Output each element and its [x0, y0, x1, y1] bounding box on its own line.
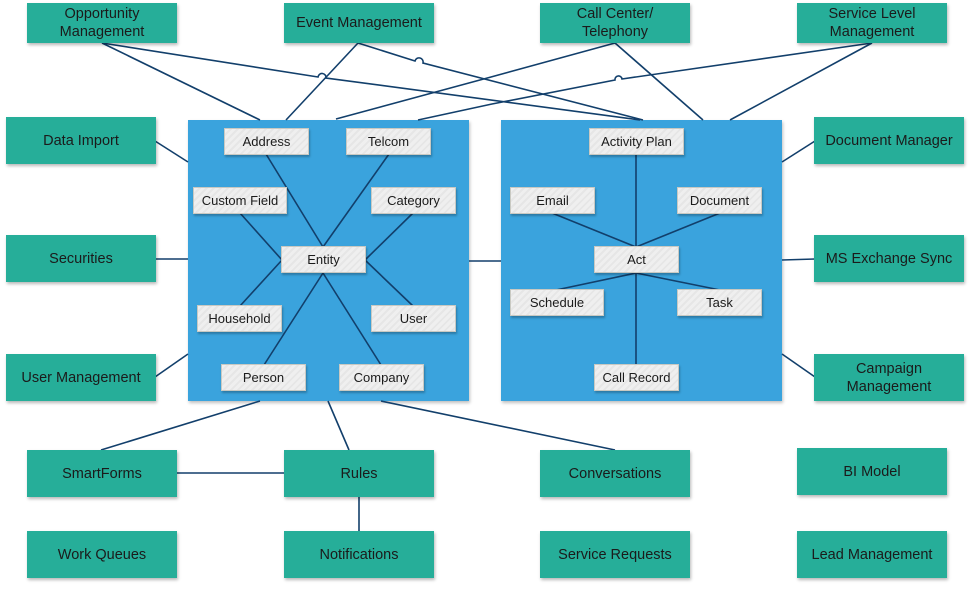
connector-lines — [100, 42, 873, 531]
group-inner-lines — [239, 153, 721, 366]
entity-household[interactable]: Household — [197, 305, 282, 332]
connector-entity-smartforms — [100, 400, 261, 451]
module-bi-model[interactable]: BI Model — [797, 448, 947, 495]
module-service-level-management[interactable]: Service Level Management — [797, 3, 947, 43]
module-ms-exchange-sync[interactable]: MS Exchange Sync — [814, 235, 964, 282]
module-service-requests[interactable]: Service Requests — [540, 531, 690, 578]
module-document-manager[interactable]: Document Manager — [814, 117, 964, 164]
connector-entity-rules — [327, 400, 350, 451]
entity-center[interactable]: Entity — [281, 246, 366, 273]
module-event-management[interactable]: Event Management — [284, 3, 434, 43]
module-smartforms[interactable]: SmartForms — [27, 450, 177, 497]
activity-task[interactable]: Task — [677, 289, 762, 316]
connector-servicelevel-telcom — [417, 42, 873, 121]
module-user-management[interactable]: User Management — [6, 354, 156, 401]
module-data-import[interactable]: Data Import — [6, 117, 156, 164]
module-campaign-management[interactable]: Campaign Management — [814, 354, 964, 401]
module-lead-management[interactable]: Lead Management — [797, 531, 947, 578]
activity-plan[interactable]: Activity Plan — [589, 128, 684, 155]
module-rules[interactable]: Rules — [284, 450, 434, 497]
connector-usermanagement — [154, 353, 189, 378]
connector-campaign — [781, 353, 816, 378]
entity-custom-field[interactable]: Custom Field — [193, 187, 287, 214]
activity-schedule[interactable]: Schedule — [510, 289, 604, 316]
connector-callcenter-activity — [614, 42, 704, 121]
connector-callcenter-telcom — [335, 42, 616, 120]
module-work-queues[interactable]: Work Queues — [27, 531, 177, 578]
module-securities[interactable]: Securities — [6, 235, 156, 282]
activity-call-record[interactable]: Call Record — [594, 364, 679, 391]
entity-company[interactable]: Company — [339, 364, 424, 391]
activity-act-center[interactable]: Act — [594, 246, 679, 273]
connector-opportunity-address — [101, 42, 261, 121]
module-call-center-telephony[interactable]: Call Center/ Telephony — [540, 3, 690, 43]
connector-event-address — [285, 42, 359, 121]
entity-category[interactable]: Category — [371, 187, 456, 214]
module-notifications[interactable]: Notifications — [284, 531, 434, 578]
activity-document[interactable]: Document — [677, 187, 762, 214]
connector-servicelevel-activity — [729, 42, 873, 121]
module-opportunity-management[interactable]: Opportunity Management — [27, 3, 177, 43]
connector-entity-conversations — [380, 400, 616, 451]
activity-email[interactable]: Email — [510, 187, 595, 214]
entity-address[interactable]: Address — [224, 128, 309, 155]
entity-person[interactable]: Person — [221, 364, 306, 391]
module-conversations[interactable]: Conversations — [540, 450, 690, 497]
connector-event-activity-plan — [357, 42, 644, 121]
entity-telcom[interactable]: Telcom — [346, 128, 431, 155]
connector-dataimport — [154, 140, 189, 163]
entity-user[interactable]: User — [371, 305, 456, 332]
connector-opportunity-activity-plan — [101, 42, 641, 121]
connector-msexchange — [781, 258, 816, 261]
connector-documentmanager — [781, 140, 816, 163]
